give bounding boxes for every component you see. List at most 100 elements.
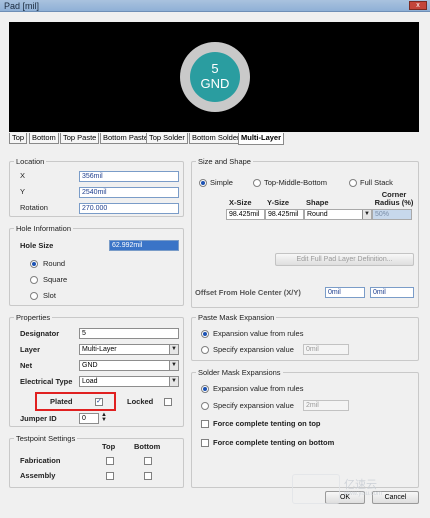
hole-square-radio[interactable] <box>30 276 38 284</box>
jumper-id-field[interactable]: 0 <box>79 413 99 424</box>
hole-size-field[interactable]: 62.992mil <box>109 240 179 251</box>
hole-round-radio[interactable] <box>30 260 38 268</box>
hole-round-label: Round <box>43 259 66 268</box>
offset-y-field[interactable]: 0mil <box>370 287 414 298</box>
hole-slot-radio[interactable] <box>30 292 38 300</box>
tent-bottom-checkbox[interactable] <box>201 439 209 447</box>
tab-top[interactable]: Top <box>9 133 28 144</box>
solder-specify-radio[interactable] <box>201 402 209 410</box>
plated-label: Plated <box>50 397 73 406</box>
assembly-label: Assembly <box>20 471 56 480</box>
shape-value: Round <box>307 211 328 218</box>
y-size-field[interactable]: 98.425mil <box>265 209 304 220</box>
mode-tmb-label: Top-Middle-Bottom <box>264 178 327 187</box>
x-size-field[interactable]: 98.425mil <box>226 209 265 220</box>
tab-bottom-paste[interactable]: Bottom Paste <box>100 133 152 144</box>
chevron-down-icon[interactable]: ▼ <box>169 377 178 386</box>
mode-simple-label: Simple <box>210 178 233 187</box>
tent-top-label: Force complete tenting on top <box>213 419 321 428</box>
mode-tmb-radio[interactable] <box>253 179 261 187</box>
tab-top-paste[interactable]: Top Paste <box>60 133 100 144</box>
hole-title: Hole Information <box>14 224 74 233</box>
chevron-down-icon[interactable]: ▼ <box>169 345 178 354</box>
hole-slot-label: Slot <box>43 291 56 300</box>
hole-square-label: Square <box>43 275 68 284</box>
tab-multi-layer[interactable]: Multi-Layer <box>238 133 285 145</box>
hole-group: Hole Information Hole Size 62.992mil Rou… <box>9 224 184 306</box>
net-value: GND <box>82 362 98 369</box>
mode-full-stack-radio[interactable] <box>349 179 357 187</box>
mode-simple-radio[interactable] <box>199 179 207 187</box>
offset-label: Offset From Hole Center (X/Y) <box>195 288 301 297</box>
tab-bottom[interactable]: Bottom <box>29 133 59 144</box>
rotation-field[interactable]: 270.000 <box>79 203 179 214</box>
chevron-down-icon[interactable]: ▼ <box>362 210 371 219</box>
pad-number: 5 <box>211 61 219 76</box>
title-bar: Pad [mil] x <box>0 0 430 12</box>
watermark-logo-icon <box>292 474 340 504</box>
watermark-url: www.yisu.com <box>344 491 383 497</box>
paste-mask-title: Paste Mask Expansion <box>196 313 277 322</box>
paste-specify-radio[interactable] <box>201 346 209 354</box>
paste-rules-label: Expansion value from rules <box>213 329 304 338</box>
paste-value-field[interactable]: 0mil <box>303 344 349 355</box>
designator-field[interactable]: 5 <box>79 328 179 339</box>
pad-label: 5 GND <box>190 52 240 102</box>
y-field[interactable]: 2540mil <box>79 187 179 198</box>
paste-rules-radio[interactable] <box>201 330 209 338</box>
solder-rules-radio[interactable] <box>201 385 209 393</box>
designator-label: Designator <box>20 329 60 338</box>
x-label: X <box>20 171 26 180</box>
close-icon[interactable]: x <box>409 1 427 10</box>
fabrication-bottom-checkbox[interactable] <box>144 457 152 465</box>
testpoint-top-header: Top <box>102 442 116 451</box>
paste-specify-label: Specify expansion value <box>213 345 294 354</box>
tab-top-solder[interactable]: Top Solder <box>146 133 188 144</box>
y-label: Y <box>20 187 26 196</box>
assembly-top-checkbox[interactable] <box>106 472 114 480</box>
plated-checkbox[interactable]: ✓ <box>95 398 103 406</box>
shape-select[interactable]: Round ▼ <box>304 209 372 220</box>
x-size-header: X-Size <box>229 198 252 207</box>
corner-radius-field[interactable]: 50% <box>372 209 412 220</box>
chevron-down-icon[interactable]: ▼ <box>169 361 178 370</box>
location-group: Location X 356mil Y 2540mil Rotation 270… <box>9 157 184 217</box>
window-title: Pad [mil] <box>4 1 40 11</box>
fabrication-label: Fabrication <box>20 456 61 465</box>
electrical-type-label: Electrical Type <box>20 377 73 386</box>
electrical-type-select[interactable]: Load ▼ <box>79 376 179 387</box>
location-title: Location <box>14 157 47 166</box>
layer-label: Layer <box>20 345 41 354</box>
testpoint-bottom-header: Bottom <box>134 442 161 451</box>
watermark-text: 亿速云 <box>344 479 377 491</box>
tent-top-checkbox[interactable] <box>201 420 209 428</box>
edit-full-pad-layer-button[interactable]: Edit Full Pad Layer Definition... <box>275 253 414 266</box>
size-shape-title: Size and Shape <box>196 157 253 166</box>
properties-group: Properties Designator 5 Layer Multi-Laye… <box>9 313 184 427</box>
layer-select[interactable]: Multi-Layer ▼ <box>79 344 179 355</box>
fabrication-top-checkbox[interactable] <box>106 457 114 465</box>
pad-preview: 5 GND <box>9 22 419 132</box>
corner-radius-header: Corner Radius (%) <box>374 190 414 207</box>
properties-title: Properties <box>14 313 53 322</box>
mode-full-stack-label: Full Stack <box>360 178 393 187</box>
testpoint-title: Testpoint Settings <box>14 434 78 443</box>
jumper-id-label: Jumper ID <box>20 414 57 423</box>
hole-size-label: Hole Size <box>20 241 54 250</box>
net-select[interactable]: GND ▼ <box>79 360 179 371</box>
stepper-icon[interactable]: ▲ ▼ <box>101 412 107 423</box>
tab-bottom-solder[interactable]: Bottom Solder <box>189 133 243 144</box>
assembly-bottom-checkbox[interactable] <box>144 472 152 480</box>
x-field[interactable]: 356mil <box>79 171 179 182</box>
solder-value-field[interactable]: 2mil <box>303 400 349 411</box>
plated-highlight-box <box>35 392 116 411</box>
solder-mask-title: Solder Mask Expansions <box>196 368 283 377</box>
locked-checkbox[interactable] <box>164 398 172 406</box>
rotation-label: Rotation <box>20 203 48 212</box>
y-size-header: Y-Size <box>267 198 290 207</box>
layer-value: Multi-Layer <box>82 346 117 353</box>
pad-net: GND <box>200 76 230 91</box>
size-shape-group: Size and Shape Simple Top-Middle-Bottom … <box>191 157 419 308</box>
net-label: Net <box>20 361 33 370</box>
offset-x-field[interactable]: 0mil <box>325 287 365 298</box>
